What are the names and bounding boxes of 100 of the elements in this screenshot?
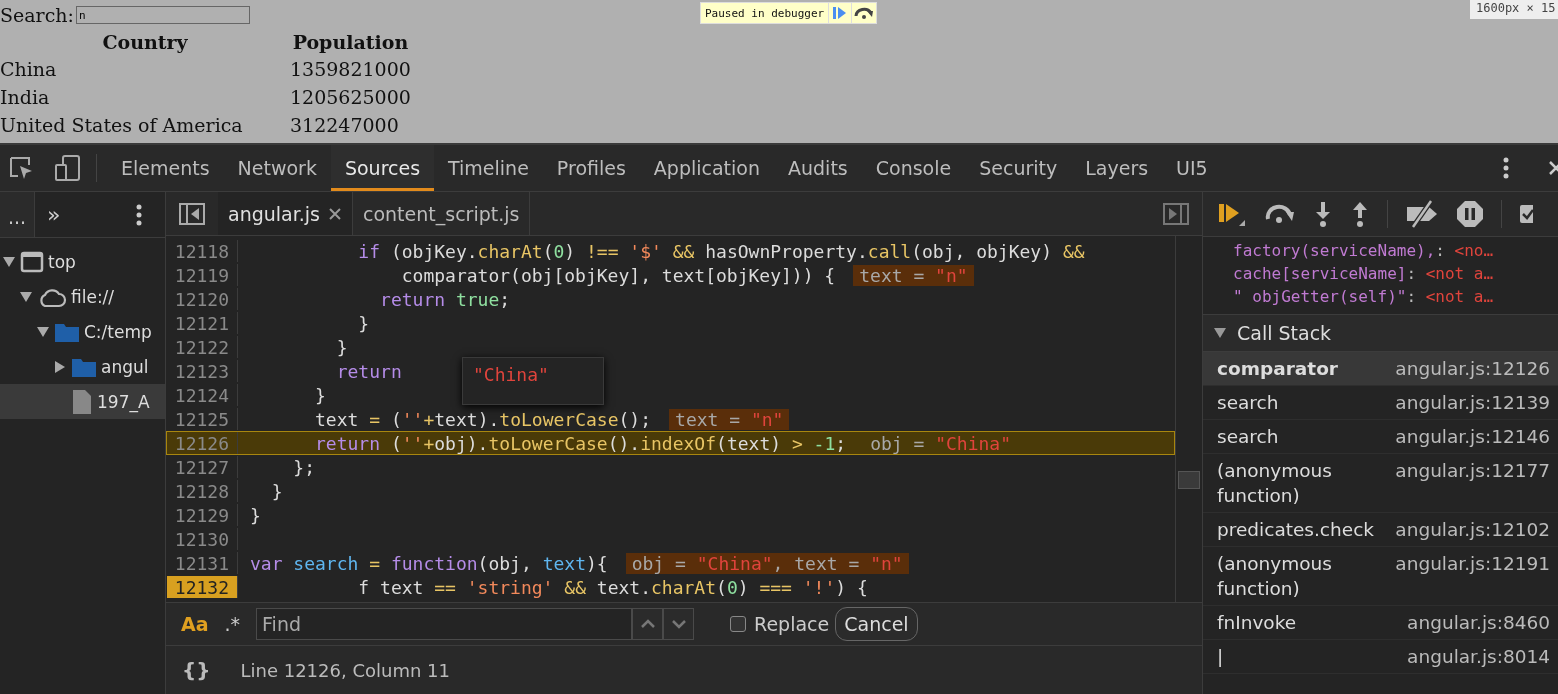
panel-tab[interactable]: UI5 [1162,145,1222,191]
line-number[interactable]: 12123 [167,360,238,382]
line-number[interactable]: 12120 [167,288,238,310]
scope-variable: factory(serviceName),: <no… [1233,240,1495,262]
window-icon [20,250,44,273]
resume-icon[interactable] [1217,201,1247,227]
call-stack-frame[interactable]: predicates.check angular.js:12102 [1203,513,1558,547]
table-cell-text: 1359821000 [290,57,411,82]
table-cell-text: 1205625000 [290,85,411,110]
chevron-down-icon [670,619,687,629]
panel-tab[interactable]: Elements [107,145,224,191]
panel-tab[interactable]: Profiles [542,145,640,191]
panel-tab[interactable]: Security [965,145,1072,191]
line-number[interactable]: 12132 [167,576,238,598]
call-stack-frame[interactable]: search angular.js:12139 [1203,386,1558,420]
previous-match-button[interactable] [632,608,664,640]
call-stack-frame[interactable]: (anonymous function) angular.js:12191 [1203,547,1558,606]
code-text: comparator(obj[objKey], text[objKey])) { [400,264,836,286]
table-cell-text: China [0,57,58,82]
paused-label: Paused in debugger [704,6,826,20]
next-match-button[interactable] [663,608,695,640]
step-out-icon[interactable] [1350,200,1370,228]
table-cell-text: India [0,85,51,110]
line-number[interactable]: 12130 [167,528,238,550]
line-number[interactable]: 12124 [167,384,238,406]
match-case-toggle[interactable]: Aa [181,613,209,635]
expanded-arrow-icon[interactable] [19,290,33,303]
scope-variable: " objGetter(self)": <not a… [1233,286,1495,308]
inline-value: text = "n" [669,408,790,430]
inline-value: obj = "China" [869,432,1012,454]
sidebar-toggle-icon[interactable] [178,201,206,226]
expanded-arrow-icon[interactable] [2,255,16,268]
line-number[interactable]: 12118 [167,240,238,262]
code-text: } [357,312,370,334]
line-number[interactable]: 12125 [167,408,238,430]
inline-value: obj = "China", text = "n" [625,552,909,574]
column-header: Population [291,30,410,55]
code-text: if (objKey.charAt(0) !== '$' && hasOwnProperty.call(obj, objKey) && [357,240,1085,262]
checkbox-icon[interactable] [1519,202,1533,226]
sidebar-toggle-icon[interactable] [1162,201,1190,226]
file-tab[interactable]: content_script.js [353,192,531,235]
file-tab[interactable]: angular.js [218,192,353,235]
chevron-up-icon [639,619,656,629]
navigator-tab[interactable]: ... [0,192,35,237]
pause-on-exceptions-icon[interactable] [1456,200,1484,228]
panel-tab[interactable]: Timeline [434,145,543,191]
call-stack-frame[interactable]: | angular.js:8014 [1203,640,1558,674]
tree-item[interactable]: angul [0,349,165,384]
line-number[interactable]: 12131 [167,552,238,574]
panel-tab[interactable]: Console [861,145,966,191]
code-text: return [335,360,402,382]
search-label: Search: [0,4,74,26]
panel-tab[interactable]: Audits [774,145,862,191]
scrollbar-thumb[interactable] [1178,471,1200,489]
panel-tab[interactable]: Application [639,145,774,191]
more-tabs-button[interactable]: » [47,202,61,227]
panel-tab[interactable]: Layers [1071,145,1163,191]
panel-tab[interactable]: Sources [330,145,435,191]
line-number[interactable]: 12129 [167,504,238,526]
call-stack-frame[interactable]: (anonymous function) angular.js:12177 [1203,454,1558,513]
code-text: } [335,336,348,358]
tree-item[interactable]: top [0,244,165,279]
code-text: } [314,384,326,406]
search-field[interactable]: n [75,6,250,24]
code-text: return (''+obj).toLowerCase().indexOf(text) > -1; [314,432,847,454]
regex-toggle[interactable]: .* [224,613,241,635]
code-text: }; [292,456,316,478]
close-icon[interactable] [328,206,342,221]
device-icon[interactable] [54,154,82,182]
table-cell-text: United States of America [0,113,244,138]
size-badge: 1600px × 15 [1470,0,1558,19]
tree-item[interactable]: C:/temp [0,314,165,349]
code-text: return true; [379,288,511,310]
more-icon[interactable] [1502,155,1510,181]
code-text: text = (''+text).toLowerCase(); [314,408,652,430]
collapsed-arrow-icon[interactable] [54,359,66,374]
tree-item[interactable]: 197_A [0,384,165,419]
line-number[interactable]: 12122 [167,336,238,358]
line-number[interactable]: 12121 [167,312,238,334]
line-number[interactable]: 12119 [167,264,238,286]
line-number[interactable]: 12128 [167,480,238,502]
code-text: f text == 'string' && text.charAt(0) === '!') { [357,576,868,598]
tree-item[interactable]: file:// [0,279,165,314]
replace-checkbox[interactable] [730,616,747,632]
panel-tab[interactable]: Network [223,145,331,191]
pretty-print-button[interactable]: {} [182,658,211,682]
call-stack-frame[interactable]: search angular.js:12146 [1203,420,1558,454]
scope-variable: cache[serviceName]: <not a… [1233,263,1495,285]
file-icon [71,388,93,415]
find-field[interactable]: Find [256,608,633,640]
expanded-arrow-icon[interactable] [36,325,50,338]
call-stack-header[interactable]: Call Stack [1203,315,1558,352]
call-stack-frame[interactable]: fnInvoke angular.js:8460 [1203,606,1558,640]
step-over-icon[interactable] [1264,203,1296,225]
call-stack-frame[interactable]: comparator angular.js:12126 [1203,352,1558,386]
line-number[interactable]: 12127 [167,456,238,478]
cancel-button[interactable]: Cancel [835,607,918,641]
deactivate-breakpoints-icon[interactable] [1405,200,1439,228]
expanded-arrow-icon[interactable] [1213,327,1227,339]
replace-label: Replace [754,613,830,635]
